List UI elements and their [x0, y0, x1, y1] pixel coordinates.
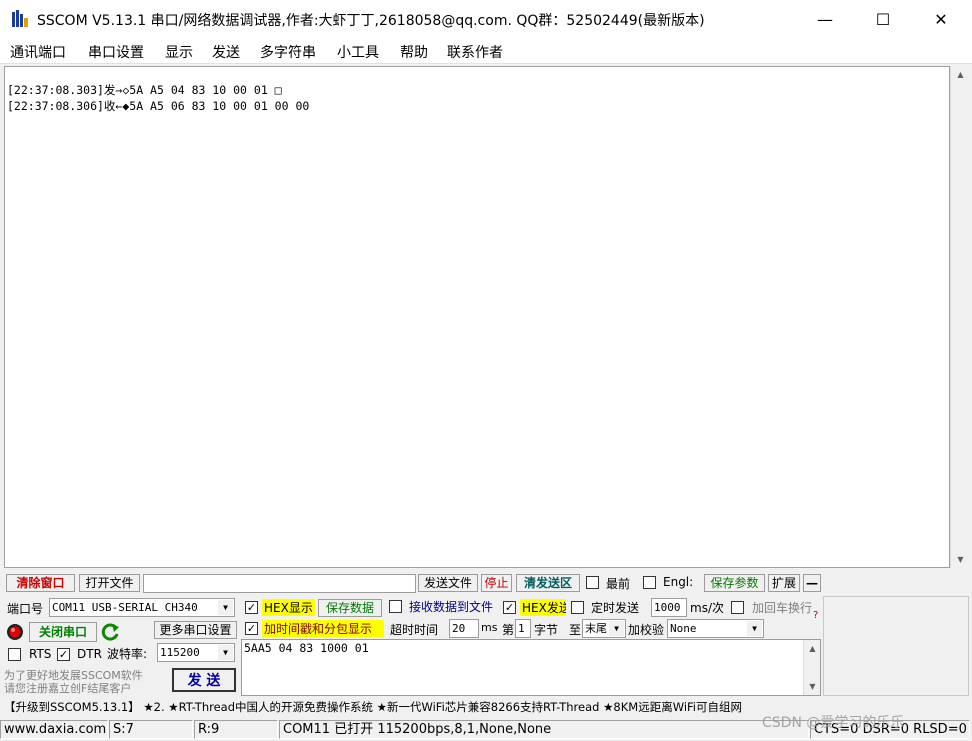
english-label: Engl:	[663, 575, 694, 589]
menu-comm-port[interactable]: 通讯端口	[10, 42, 66, 62]
timestamp-label: 加时间戳和分包显示	[262, 620, 384, 637]
timeout-label: 超时时间	[390, 623, 439, 637]
menu-contact-author[interactable]: 联系作者	[447, 42, 503, 62]
title-bar[interactable]: SSCOM V5.13.1 串口/网络数据调试器,作者:大虾丁丁,2618058…	[0, 0, 972, 38]
menu-tools[interactable]: 小工具	[337, 42, 379, 62]
baud-select-value: 115200	[160, 646, 200, 659]
port-label: 端口号	[7, 602, 44, 616]
timestamp-checkbox[interactable]: ✓	[245, 622, 258, 635]
recv-line-received: [22:37:08.306]收←◆5A A5 06 83 10 00 01 00…	[7, 99, 310, 113]
send-text-area[interactable]: 5AA5 04 83 1000 01 ▲ ▼	[241, 639, 821, 696]
hex-send-label: HEX发送	[520, 599, 566, 616]
save-data-button[interactable]: 保存数据	[318, 599, 382, 617]
app-logo-icon	[12, 10, 28, 27]
file-path-input[interactable]	[143, 574, 416, 593]
byte-label: 字节	[534, 623, 559, 637]
chevron-down-icon: ▼	[747, 621, 762, 636]
expand-button[interactable]: 扩展	[768, 574, 800, 592]
hex-display-label: HEX显示	[262, 599, 315, 616]
promo-text-line2: 请您注册嘉立创F结尾客户	[4, 682, 132, 695]
rts-label: RTS	[29, 647, 52, 661]
port-status-led-icon	[7, 624, 23, 640]
topmost-label: 最前	[606, 577, 631, 591]
chevron-down-icon: ▼	[218, 600, 233, 615]
close-port-button[interactable]: 关闭串口	[29, 622, 97, 642]
help-icon[interactable]: ?	[811, 608, 821, 620]
checksum-label: 加校验	[628, 623, 665, 637]
stop-button[interactable]: 停止	[481, 574, 512, 592]
send-button[interactable]: 发 送	[172, 668, 236, 692]
receive-area[interactable]: [22:37:08.303]发→◇5A A5 04 83 10 00 01 □ …	[4, 66, 950, 568]
timed-send-checkbox[interactable]	[571, 601, 584, 614]
menu-bar: 通讯端口 串口设置 显示 发送 多字符串 小工具 帮助 联系作者	[0, 38, 972, 64]
baud-label: 波特率:	[107, 647, 148, 661]
hex-display-checkbox[interactable]: ✓	[245, 601, 258, 614]
open-file-button[interactable]: 打开文件	[79, 574, 140, 592]
timeout-unit-label: ms	[481, 621, 498, 634]
watermark: CSDN @爱学习的乐乐	[762, 715, 905, 731]
status-received-count: R:9	[194, 720, 278, 739]
send-text-content: 5AA5 04 83 1000 01	[244, 641, 369, 655]
scroll-down-arrow-icon[interactable]: ▼	[951, 551, 970, 568]
scroll-down-arrow-icon[interactable]: ▼	[804, 678, 821, 695]
menu-serial-settings[interactable]: 串口设置	[88, 42, 144, 62]
chevron-down-icon: ▼	[609, 621, 624, 636]
rts-checkbox[interactable]	[8, 648, 21, 661]
send-scrollbar[interactable]: ▲ ▼	[803, 640, 820, 695]
to-label: 至	[569, 623, 582, 637]
recv-to-file-checkbox[interactable]	[389, 600, 402, 613]
dtr-checkbox[interactable]: ✓	[57, 648, 70, 661]
menu-help[interactable]: 帮助	[400, 42, 428, 62]
maximize-button[interactable]: ☐	[854, 0, 912, 38]
send-file-button[interactable]: 发送文件	[418, 574, 478, 592]
more-serial-settings-button[interactable]: 更多串口设置	[154, 621, 237, 639]
hex-send-checkbox[interactable]: ✓	[503, 601, 516, 614]
checksum-value: None	[670, 622, 697, 635]
add-crlf-label: 加回车换行	[752, 601, 813, 615]
menu-display[interactable]: 显示	[165, 42, 193, 62]
menu-send[interactable]: 发送	[212, 42, 240, 62]
close-button[interactable]: ✕	[912, 0, 970, 38]
dtr-label: DTR	[77, 647, 102, 661]
chevron-down-icon: ▼	[218, 645, 233, 660]
port-select[interactable]: COM11 USB-SERIAL CH340 ▼	[49, 598, 235, 617]
svg-text:?: ?	[813, 610, 818, 620]
byte-end-select[interactable]: 末尾 ▼	[582, 619, 626, 638]
status-sent-count: S:7	[109, 720, 193, 739]
scroll-up-arrow-icon[interactable]: ▲	[804, 640, 821, 657]
extended-panel	[823, 596, 969, 696]
scroll-up-arrow-icon[interactable]: ▲	[951, 66, 970, 83]
collapse-button[interactable]: —	[803, 574, 821, 592]
refresh-icon[interactable]	[101, 622, 121, 642]
window-title: SSCOM V5.13.1 串口/网络数据调试器,作者:大虾丁丁,2618058…	[37, 13, 705, 29]
baud-select[interactable]: 115200 ▼	[157, 643, 235, 662]
add-crlf-checkbox[interactable]	[731, 601, 744, 614]
byte-prefix-label: 第	[502, 623, 515, 637]
recv-to-file-label: 接收数据到文件	[409, 600, 494, 614]
recv-line-sent: [22:37:08.303]发→◇5A A5 04 83 10 00 01 □	[7, 83, 282, 97]
byte-start-input[interactable]: 1	[515, 619, 531, 638]
checksum-select[interactable]: None ▼	[667, 619, 764, 638]
english-checkbox[interactable]	[643, 576, 656, 589]
clear-send-area-button[interactable]: 清发送区	[516, 574, 580, 592]
receive-scrollbar[interactable]: ▲ ▼	[950, 66, 969, 568]
timeout-input[interactable]: 20	[449, 619, 479, 638]
save-params-button[interactable]: 保存参数	[704, 574, 765, 592]
timed-interval-input[interactable]: 1000	[651, 598, 687, 617]
port-select-value: COM11 USB-SERIAL CH340	[52, 601, 198, 614]
clear-window-button[interactable]: 清除窗口	[6, 574, 75, 592]
status-port-state: COM11 已打开 115200bps,8,1,None,None	[279, 720, 809, 739]
topmost-checkbox[interactable]	[586, 576, 599, 589]
menu-multi-string[interactable]: 多字符串	[260, 42, 316, 62]
minimize-button[interactable]: —	[796, 0, 854, 38]
status-website[interactable]: www.daxia.com	[0, 720, 108, 739]
timed-unit-label: ms/次	[690, 601, 724, 615]
byte-end-value: 末尾	[585, 622, 607, 635]
timed-send-label: 定时发送	[591, 601, 640, 615]
